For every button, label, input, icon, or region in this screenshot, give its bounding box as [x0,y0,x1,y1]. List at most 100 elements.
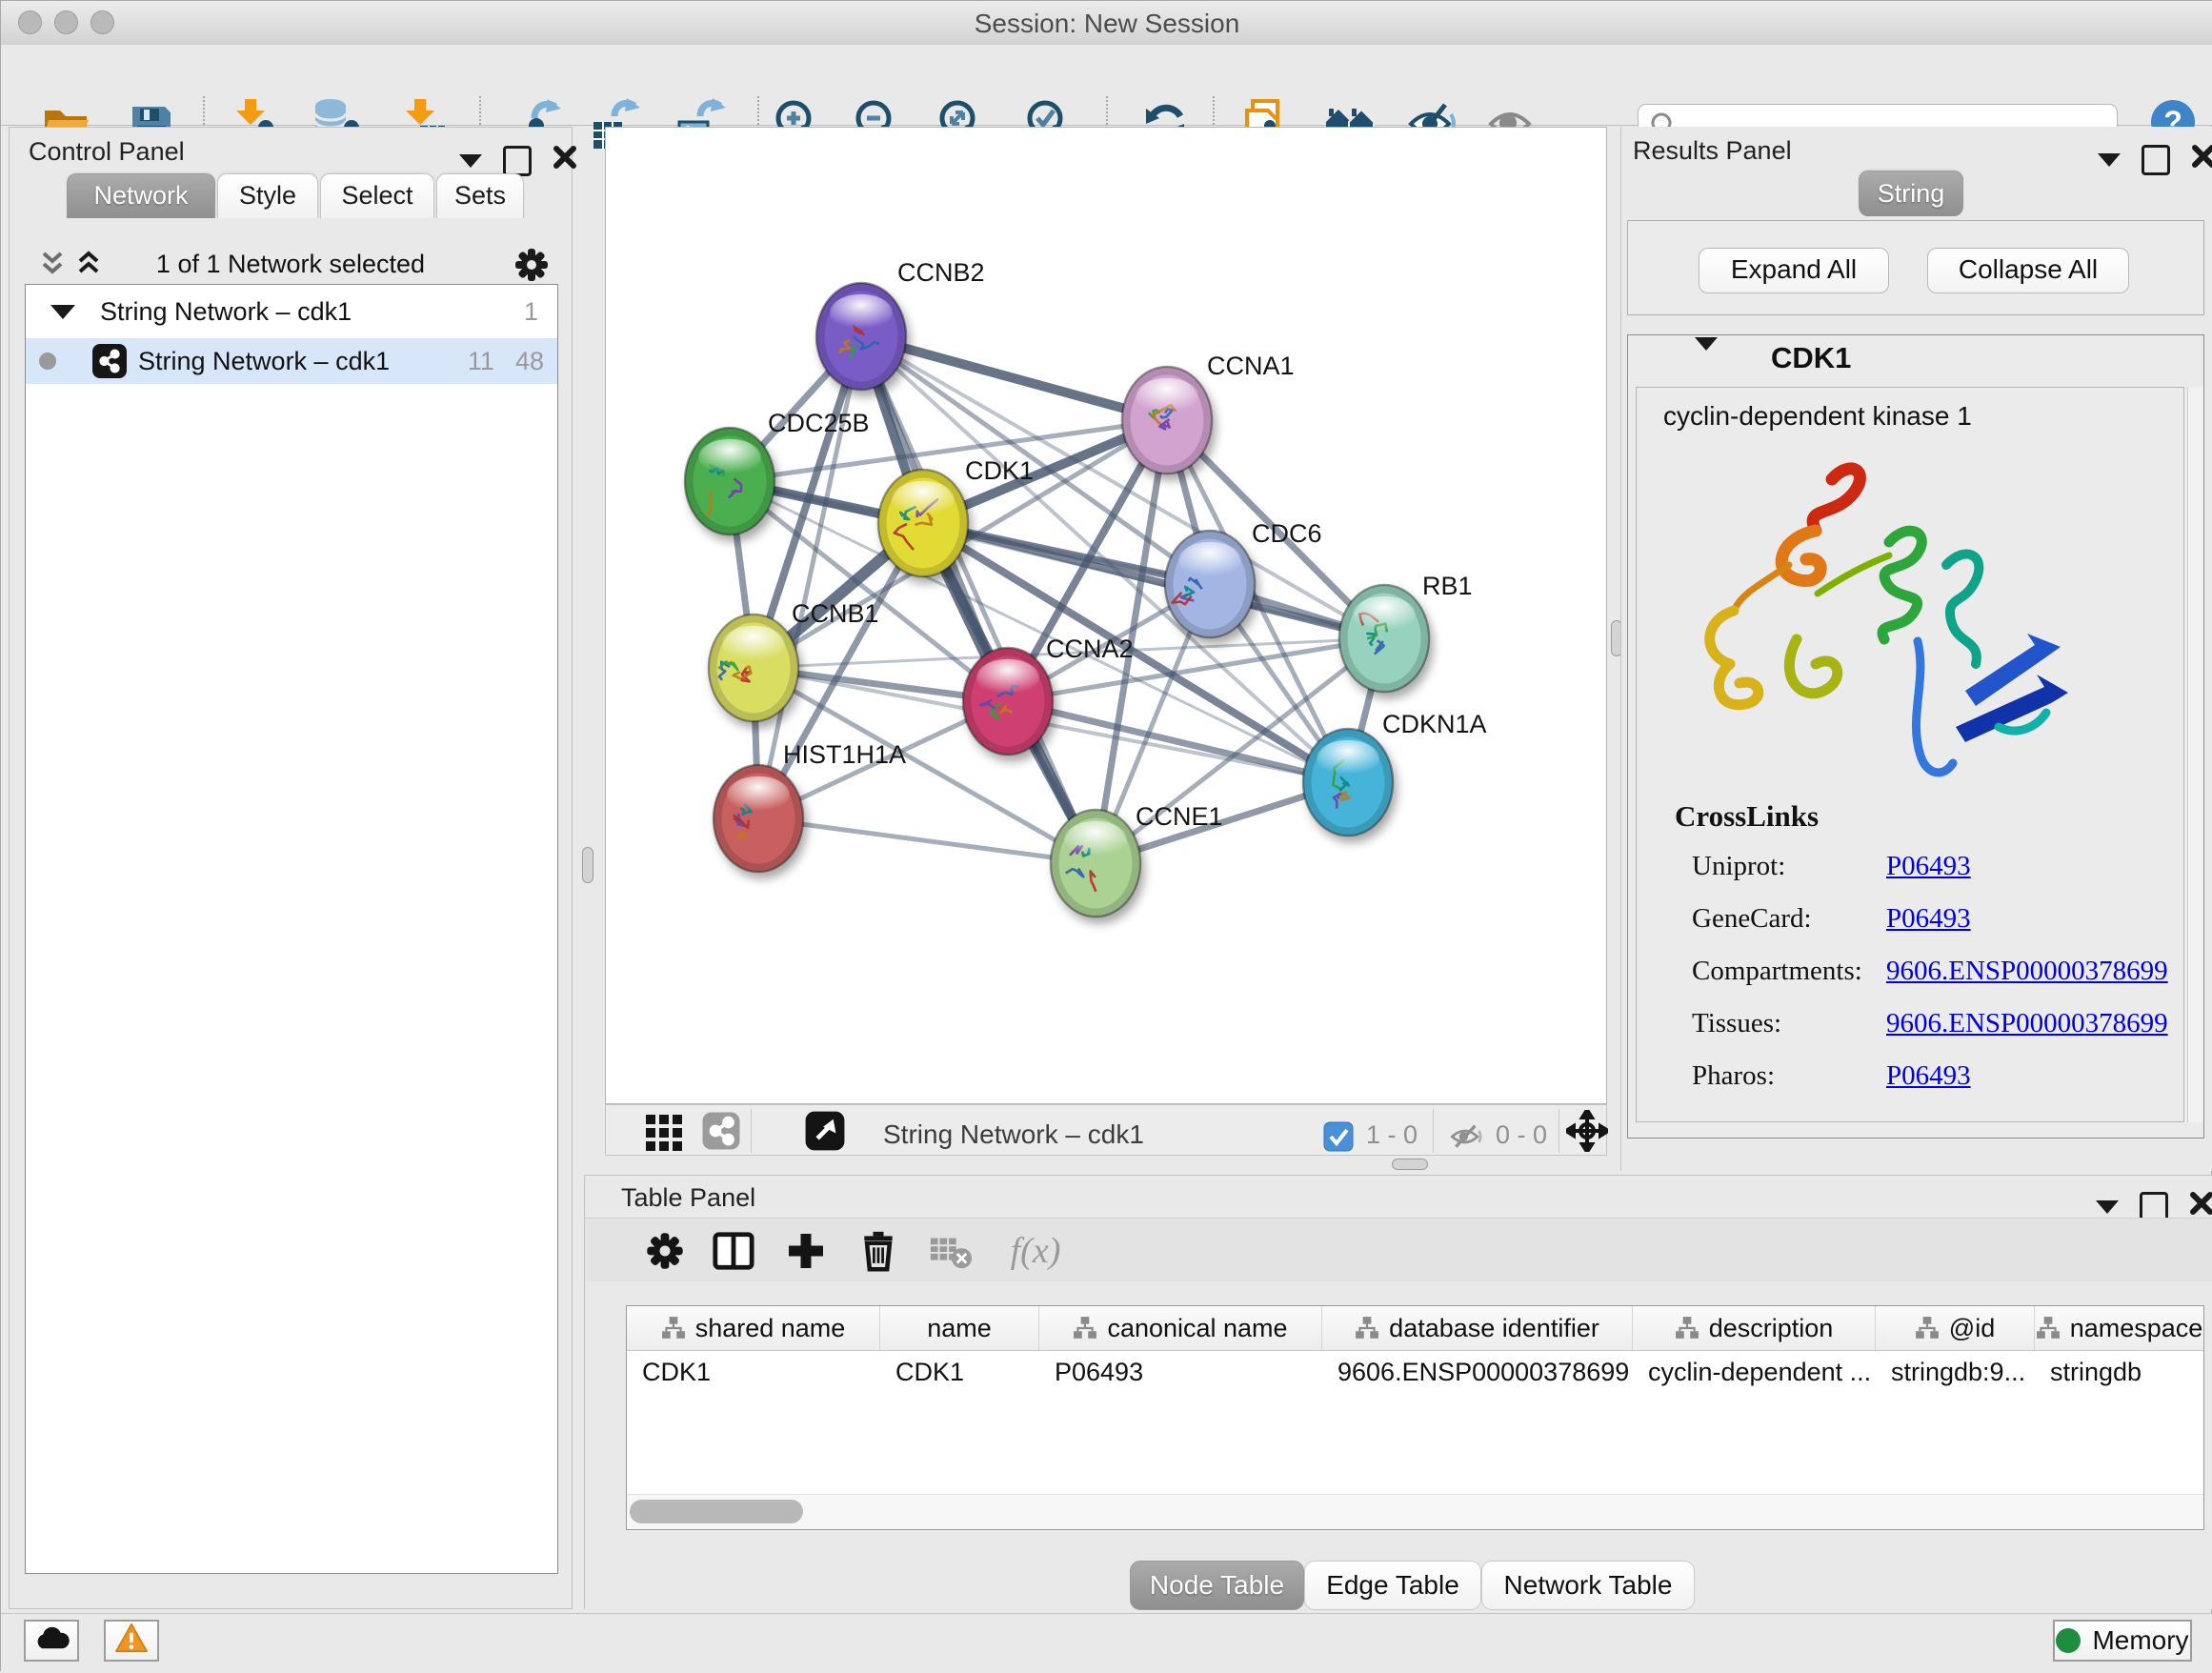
tab-network-table[interactable]: Network Table [1481,1561,1695,1610]
node-label: CCNB2 [897,258,985,287]
column-header-namespace[interactable]: namespace [2035,1306,2203,1350]
node-label: RB1 [1422,572,1473,600]
network-collection-row[interactable]: String Network – cdk1 1 [26,289,557,334]
float-panel-icon[interactable] [503,146,532,176]
memory-label: Memory [2092,1625,2188,1656]
network-edge-count: 48 [515,347,544,376]
column-header-name[interactable]: name [880,1306,1039,1350]
string-results-controls: Expand All Collapse All [1627,220,2204,315]
float-panel-icon[interactable] [2142,145,2170,175]
results-panel-title: Results Panel [1633,136,1792,166]
pan-crosshair-icon[interactable] [1566,1111,1608,1151]
birds-eye-view-icon[interactable] [804,1111,846,1151]
close-panel-icon[interactable] [2191,144,2212,175]
network-tree: String Network – cdk1 1 String Network –… [25,284,558,1574]
panel-menu-icon[interactable] [459,154,482,168]
delete-table-icon[interactable] [924,1224,977,1278]
cell-namespace: stringdb [2035,1351,2203,1393]
network-view-icon[interactable] [701,1111,741,1151]
left-splitter-handle[interactable] [582,847,593,883]
crosslink-compartments-link[interactable]: 9606.ENSP00000378699 [1886,956,2168,987]
crosslink-pharos-link[interactable]: P06493 [1886,1060,1971,1092]
window-title: Session: New Session [1,9,2212,39]
selected-checkbox-icon[interactable] [1323,1117,1354,1157]
table-row[interactable]: CDK1 CDK1 P06493 9606.ENSP00000378699 cy… [627,1351,2203,1393]
collapse-all-button[interactable]: Collapse All [1927,248,2129,293]
network-node-CCNA1[interactable]: CCNA1 [1122,352,1295,474]
tab-node-table[interactable]: Node Table [1130,1561,1304,1610]
control-panel-window-icons [459,145,577,176]
scrollbar-thumb[interactable] [630,1500,803,1523]
network-row[interactable]: String Network – cdk1 11 48 [26,338,557,384]
close-panel-icon[interactable] [553,145,577,176]
crosslinks-heading: CrossLinks [1675,799,1819,834]
crosslink-label: GeneCard: [1692,903,1812,935]
network-edge[interactable] [758,818,1096,863]
column-header-shared-name[interactable]: shared name [627,1306,880,1350]
network-node-RB1[interactable]: RB1 [1339,572,1473,692]
tab-string[interactable]: String [1859,171,1963,216]
hidden-eye-slash-icon[interactable] [1448,1117,1484,1157]
collection-expander-icon[interactable] [50,305,75,319]
protein-structure-image [1675,451,2122,810]
network-node-CCNE1[interactable]: CCNE1 [1051,802,1223,917]
function-builder-icon[interactable]: f(x) [993,1224,1078,1278]
footer-separator [1558,1109,1559,1153]
panel-menu-icon[interactable] [2096,1200,2119,1214]
tab-select[interactable]: Select [320,173,434,218]
node-label: CCNA1 [1207,352,1295,380]
cloud-icon [32,1623,70,1659]
network-node-CCNB1[interactable]: CCNB1 [709,599,879,721]
panel-menu-icon[interactable] [2098,153,2121,167]
network-graph: CCNB2 CCNA1 CDC25B CDK1 CDC6 RB1 CCNB1 CCNA2 CDK… [606,128,1606,1103]
titlebar: Session: New Session [1,1,2212,46]
delete-column-trash-icon[interactable] [852,1224,905,1278]
network-canvas[interactable]: CCNB2 CCNA1 CDC25B CDK1 CDC6 RB1 CCNB1 CCNA2 CDK… [605,127,1607,1104]
node-label: CCNA2 [1046,635,1134,663]
network-label: String Network – cdk1 [138,347,390,376]
warnings-button[interactable] [104,1620,159,1662]
crosslink-uniprot-link[interactable]: P06493 [1886,851,1971,882]
node-label: CDC6 [1252,519,1322,548]
network-node-CDKN1A[interactable]: CDKN1A [1303,710,1487,836]
network-edge[interactable] [1008,701,1348,782]
node-label: CDC25B [768,409,870,437]
main-toolbar: ? [1,45,2212,126]
column-header-database-identifier[interactable]: database identifier [1322,1306,1633,1350]
cloud-button[interactable] [24,1620,79,1662]
table-panel-title: Table Panel [621,1183,755,1213]
table-options-gear-icon[interactable] [638,1224,692,1278]
table-horizontal-scrollbar[interactable] [627,1494,2203,1529]
column-header-canonical-name[interactable]: canonical name [1039,1306,1322,1350]
column-header-description[interactable]: description [1633,1306,1876,1350]
network-node-HIST1H1A[interactable]: HIST1H1A [714,740,906,872]
tab-sets[interactable]: Sets [436,173,524,218]
control-panel-title: Control Panel [29,137,185,167]
network-selected-summary: 1 of 1 Network selected [10,250,572,279]
results-scrollbar[interactable] [2187,387,2203,1122]
cell-description: cyclin-dependent ... [1633,1351,1876,1393]
footer-separator [1433,1109,1434,1153]
crosslink-tissues-link[interactable]: 9606.ENSP00000378699 [1886,1008,2168,1039]
bottom-splitter-handle[interactable] [1392,1159,1428,1170]
expand-all-button[interactable]: Expand All [1699,248,1889,293]
crosslink-genecard-link[interactable]: P06493 [1886,903,1971,935]
protein-section: CDK1 cyclin-dependent kinase 1 [1627,334,2204,1139]
column-header-id[interactable]: @id [1876,1306,2035,1350]
memory-button[interactable]: Memory [2053,1620,2192,1662]
selected-counts: 1 - 0 [1366,1115,1418,1155]
network-view-title: String Network – cdk1 [883,1115,1144,1155]
network-view-toolbar: String Network – cdk1 1 - 0 0 - 0 [605,1104,1607,1156]
table-header-row: shared name name canonical name database… [627,1306,2203,1351]
show-columns-icon[interactable] [707,1224,760,1278]
cell-canonical-name: P06493 [1039,1351,1322,1393]
tab-style[interactable]: Style [217,173,318,218]
protein-section-expander-icon[interactable] [1695,351,1718,380]
node-label: CDK1 [965,456,1034,485]
create-column-plus-icon[interactable] [779,1224,833,1278]
tab-edge-table[interactable]: Edge Table [1304,1561,1481,1610]
tab-network[interactable]: Network [67,173,215,218]
network-icon [92,344,127,378]
control-panel: Control Panel Network Style Select Sets … [9,127,573,1609]
grid-view-icon[interactable] [644,1111,684,1151]
